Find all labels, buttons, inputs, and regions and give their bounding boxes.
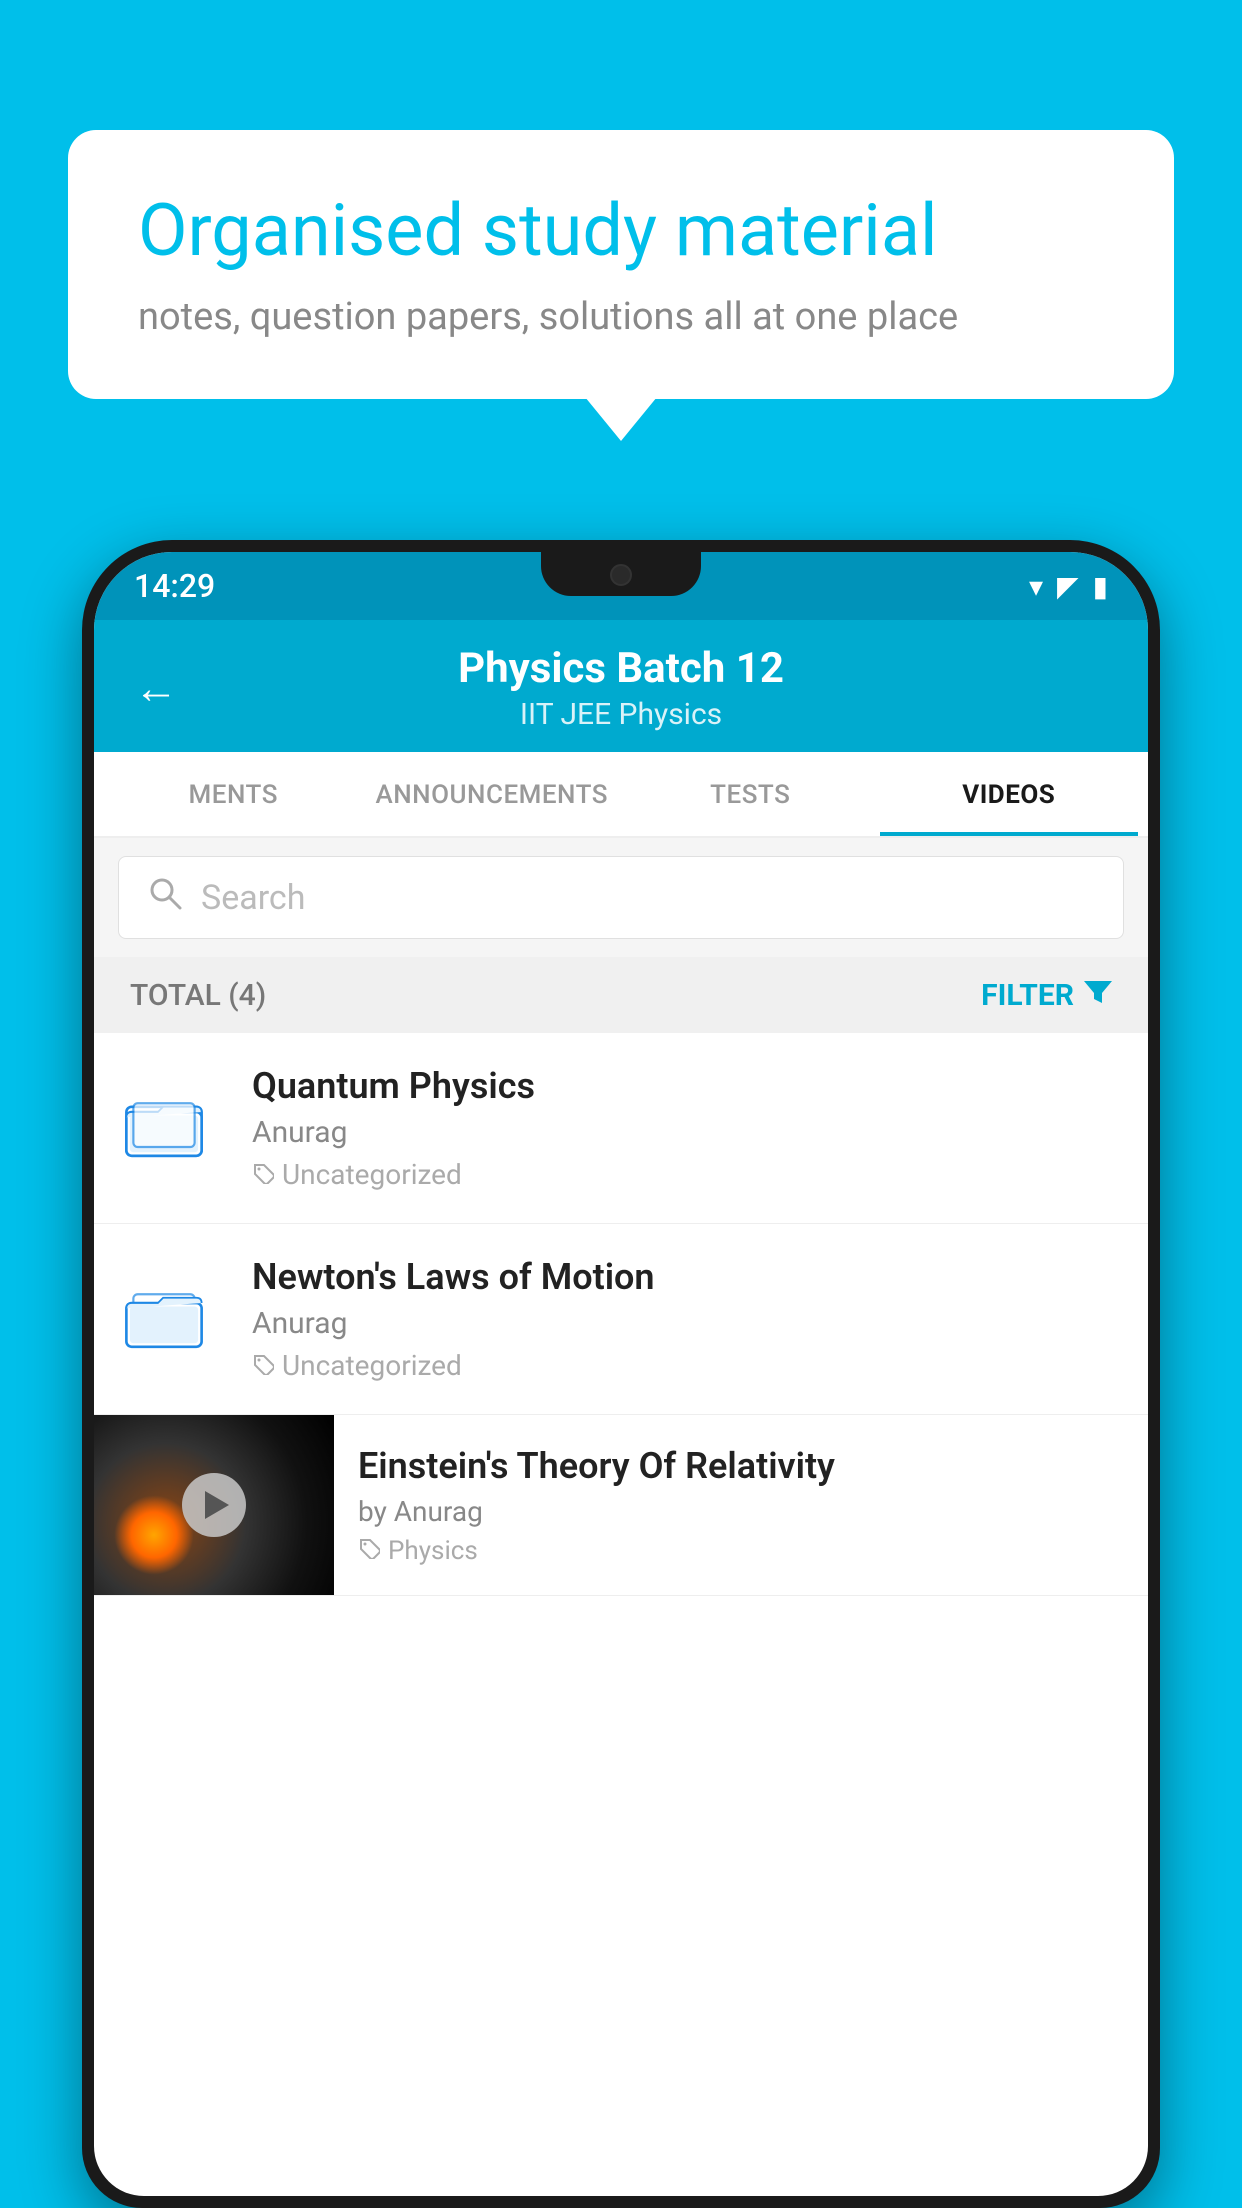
tab-videos[interactable]: VIDEOS <box>880 752 1139 836</box>
video-tag: Uncategorized <box>252 1349 1118 1382</box>
search-box[interactable]: Search <box>118 856 1124 939</box>
video-info: Newton's Laws of Motion Anurag Uncategor… <box>252 1256 1118 1382</box>
phone-inner: 14:29 ▾ ◤ ▮ ← Physics Batch 12 IIT JEE P… <box>94 552 1148 2196</box>
speech-bubble: Organised study material notes, question… <box>68 130 1174 399</box>
video-info: Quantum Physics Anurag Uncategorized <box>252 1065 1118 1191</box>
tag-label: Physics <box>388 1536 478 1566</box>
tab-tests[interactable]: TESTS <box>621 752 880 836</box>
status-icons: ▾ ◤ ▮ <box>1029 570 1108 603</box>
app-header: ← Physics Batch 12 IIT JEE Physics <box>94 620 1148 752</box>
speech-bubble-container: Organised study material notes, question… <box>68 130 1174 399</box>
play-icon <box>205 1491 229 1519</box>
list-item[interactable]: Quantum Physics Anurag Uncategorized <box>94 1033 1148 1224</box>
video-author: by Anurag <box>358 1495 1124 1528</box>
list-item[interactable]: Einstein's Theory Of Relativity by Anura… <box>94 1415 1148 1596</box>
header-text: Physics Batch 12 IIT JEE Physics <box>208 644 1034 732</box>
tag-icon <box>358 1536 380 1566</box>
tag-icon <box>252 1349 274 1382</box>
thumbnail-area <box>94 1415 334 1595</box>
video-info: Einstein's Theory Of Relativity by Anura… <box>334 1423 1148 1588</box>
wifi-icon: ▾ <box>1029 570 1043 603</box>
tab-ments[interactable]: MENTS <box>104 752 363 836</box>
filter-bar: TOTAL (4) FILTER <box>94 957 1148 1033</box>
folder-icon <box>124 1282 204 1352</box>
filter-button[interactable]: FILTER <box>981 977 1112 1013</box>
header-subtitle: IIT JEE Physics <box>208 697 1034 732</box>
tabs-bar: MENTS ANNOUNCEMENTS TESTS VIDEOS <box>94 752 1148 838</box>
video-author: Anurag <box>252 1115 1118 1150</box>
search-icon <box>147 875 183 920</box>
tab-announcements[interactable]: ANNOUNCEMENTS <box>363 752 622 836</box>
play-button[interactable] <box>182 1473 246 1537</box>
battery-icon: ▮ <box>1093 570 1108 603</box>
phone-frame: 14:29 ▾ ◤ ▮ ← Physics Batch 12 IIT JEE P… <box>82 540 1160 2208</box>
video-title: Newton's Laws of Motion <box>252 1256 1118 1298</box>
search-container: Search <box>94 838 1148 957</box>
filter-icon <box>1084 977 1112 1013</box>
video-list: Quantum Physics Anurag Uncategorized <box>94 1033 1148 1596</box>
list-item[interactable]: Newton's Laws of Motion Anurag Uncategor… <box>94 1224 1148 1415</box>
status-time: 14:29 <box>134 567 215 605</box>
tag-label: Uncategorized <box>282 1349 462 1382</box>
filter-label: FILTER <box>981 978 1074 1013</box>
folder-icon-area <box>124 1091 224 1165</box>
tag-icon <box>252 1158 274 1191</box>
total-count: TOTAL (4) <box>130 978 266 1013</box>
video-author: Anurag <box>252 1306 1118 1341</box>
folder-icon <box>124 1091 204 1161</box>
bubble-subtitle: notes, question papers, solutions all at… <box>138 295 1104 339</box>
camera-dot <box>610 564 632 586</box>
tag-label: Uncategorized <box>282 1158 462 1191</box>
video-tag: Physics <box>358 1536 1124 1566</box>
header-title: Physics Batch 12 <box>208 644 1034 693</box>
search-placeholder: Search <box>201 878 305 918</box>
video-title: Einstein's Theory Of Relativity <box>358 1445 1124 1487</box>
folder-icon-area <box>124 1282 224 1356</box>
signal-icon: ◤ <box>1057 570 1079 603</box>
bubble-title: Organised study material <box>138 190 1104 273</box>
video-tag: Uncategorized <box>252 1158 1118 1191</box>
video-title: Quantum Physics <box>252 1065 1118 1107</box>
back-button[interactable]: ← <box>134 666 178 710</box>
phone-notch <box>541 552 701 596</box>
